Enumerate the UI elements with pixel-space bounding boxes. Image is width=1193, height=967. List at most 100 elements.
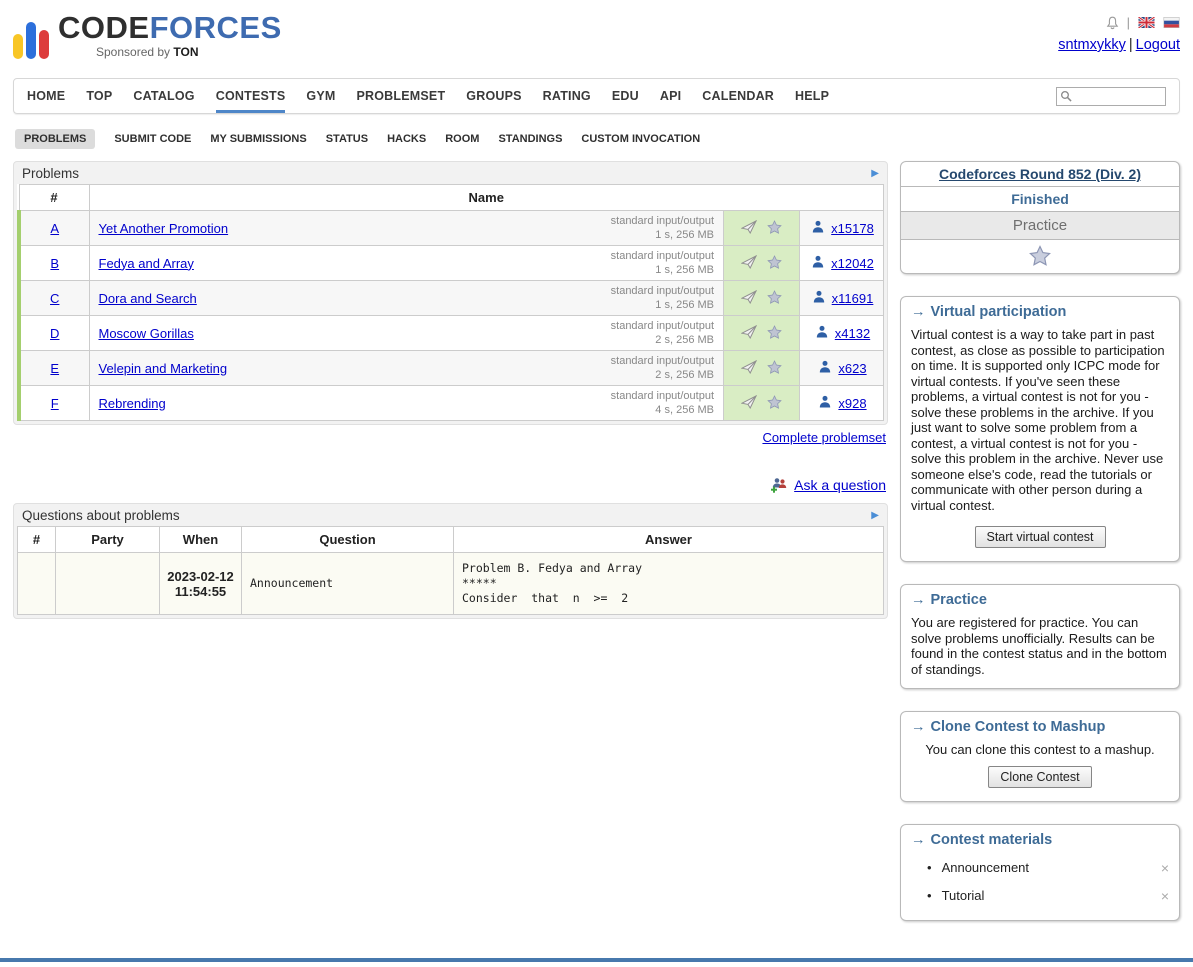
question-num-cell (18, 553, 56, 615)
column-header-num: # (19, 185, 89, 211)
nav-item-contests[interactable]: CONTESTS (216, 79, 286, 113)
codeforces-logo[interactable]: CODEFORCES Sponsored by TON (13, 12, 282, 59)
material-tutorial-link[interactable]: Tutorial (942, 888, 985, 903)
subnav-item-problems[interactable]: PROBLEMS (15, 129, 95, 149)
search-box (1056, 87, 1166, 106)
nav-item-api[interactable]: API (660, 79, 681, 113)
logout-link[interactable]: Logout (1136, 37, 1180, 53)
solved-count-link[interactable]: x4132 (813, 325, 870, 341)
solved-count-value: x15178 (831, 221, 874, 236)
hack-plane-icon[interactable] (741, 220, 757, 237)
table-row: E Velepin and Marketing standard input/o… (19, 351, 884, 386)
footer-bar (0, 958, 1193, 962)
problem-name-link[interactable]: Velepin and Marketing (99, 361, 228, 376)
header-separator: | (1127, 15, 1130, 30)
close-icon[interactable]: × (1161, 888, 1169, 904)
favorite-star-icon[interactable] (767, 290, 782, 307)
subnav-item-hacks[interactable]: HACKS (387, 129, 426, 149)
nav-item-edu[interactable]: EDU (612, 79, 639, 113)
hack-plane-icon[interactable] (741, 255, 757, 272)
contest-mode: Practice (901, 212, 1179, 240)
contest-title-link[interactable]: Codeforces Round 852 (Div. 2) (939, 166, 1141, 182)
favorite-star-icon[interactable] (767, 325, 782, 342)
solved-count-link[interactable]: x928 (816, 395, 866, 411)
solved-count-link[interactable]: x12042 (809, 255, 874, 271)
hack-plane-icon[interactable] (741, 360, 757, 377)
ask-question-link[interactable]: Ask a question (794, 477, 886, 493)
problems-table: # Name A Yet Another Promotion stan (17, 184, 884, 421)
nav-item-rating[interactable]: RATING (543, 79, 591, 113)
virtual-participation-caption: →Virtual participation (901, 297, 1179, 324)
problem-name-cell: Dora and Search standard input/output 1 … (89, 281, 724, 316)
favorite-star-icon[interactable] (767, 220, 782, 237)
search-input[interactable] (1075, 88, 1163, 104)
material-announcement-link[interactable]: Announcement (942, 860, 1029, 875)
problem-name-link[interactable]: Rebrending (99, 396, 166, 411)
subnav-item-my-submissions[interactable]: MY SUBMISSIONS (210, 129, 306, 149)
questions-caption-label: Questions about problems (22, 508, 180, 523)
flag-en-icon[interactable] (1138, 17, 1155, 28)
problem-letter-link[interactable]: B (50, 256, 59, 271)
problem-io: standard input/output (611, 214, 714, 228)
subnav-item-submit-code[interactable]: SUBMIT CODE (114, 129, 191, 149)
hack-plane-icon[interactable] (741, 325, 757, 342)
bell-icon[interactable] (1106, 16, 1119, 30)
problem-name-link[interactable]: Dora and Search (99, 291, 197, 306)
sidebar: Codeforces Round 852 (Div. 2) Finished P… (900, 161, 1180, 943)
nav-item-catalog[interactable]: CATALOG (133, 79, 194, 113)
contest-status: Finished (901, 187, 1179, 212)
problem-letter-link[interactable]: D (50, 326, 59, 341)
ask-question-icon (770, 477, 788, 493)
question-text-cell: Announcement (242, 553, 454, 615)
nav-item-home[interactable]: HOME (27, 79, 65, 113)
problem-index-cell: F (19, 386, 89, 421)
subnav-item-status[interactable]: STATUS (326, 129, 368, 149)
clone-contest-button[interactable]: Clone Contest (988, 766, 1091, 788)
complete-problemset-link[interactable]: Complete problemset (762, 430, 886, 445)
solved-count-link[interactable]: x623 (816, 360, 866, 376)
collapse-arrow-icon[interactable]: ▶ (871, 168, 879, 179)
nav-item-gym[interactable]: GYM (306, 79, 335, 113)
favorite-star-icon[interactable] (1029, 245, 1051, 266)
problem-name-cell: Yet Another Promotion standard input/out… (89, 211, 724, 246)
problems-header-row: # Name (19, 185, 884, 211)
practice-text: You are registered for practice. You can… (901, 612, 1179, 688)
favorite-star-icon[interactable] (767, 255, 782, 272)
questions-header-row: # Party When Question Answer (18, 527, 884, 553)
person-icon (812, 220, 824, 236)
problem-name-link[interactable]: Yet Another Promotion (99, 221, 229, 236)
flag-ru-icon[interactable] (1163, 17, 1180, 28)
caption-arrow-icon: → (911, 832, 926, 848)
start-virtual-contest-button[interactable]: Start virtual contest (975, 526, 1106, 548)
clone-button-row: Clone Contest (901, 764, 1179, 801)
problem-letter-link[interactable]: F (51, 396, 59, 411)
subnav-item-custom-invocation[interactable]: CUSTOM INVOCATION (581, 129, 700, 149)
nav-item-calendar[interactable]: CALENDAR (702, 79, 774, 113)
problem-name-link[interactable]: Fedya and Array (99, 256, 194, 271)
favorite-star-icon[interactable] (767, 360, 782, 377)
problem-letter-link[interactable]: E (50, 361, 59, 376)
nav-item-problemset[interactable]: PROBLEMSET (356, 79, 445, 113)
person-icon (819, 360, 831, 376)
close-icon[interactable]: × (1161, 860, 1169, 876)
problem-name-cell: Velepin and Marketing standard input/out… (89, 351, 724, 386)
nav-item-top[interactable]: TOP (86, 79, 112, 113)
header-icons: | (1106, 15, 1180, 30)
solved-count-link[interactable]: x11691 (810, 290, 874, 306)
collapse-arrow-icon[interactable]: ▶ (871, 510, 879, 521)
favorite-star-icon[interactable] (767, 395, 782, 412)
subnav-item-standings[interactable]: STANDINGS (498, 129, 562, 149)
nav-item-help[interactable]: HELP (795, 79, 829, 113)
problem-name-link[interactable]: Moscow Gorillas (99, 326, 194, 341)
solved-count-link[interactable]: x15178 (809, 220, 874, 236)
hack-plane-icon[interactable] (741, 395, 757, 412)
problem-letter-link[interactable]: A (50, 221, 59, 236)
hack-plane-icon[interactable] (741, 290, 757, 307)
username-link[interactable]: sntmxykky (1058, 37, 1126, 53)
virtual-participation-title: Virtual participation (931, 304, 1067, 320)
caption-arrow-icon: → (911, 719, 926, 735)
nav-item-groups[interactable]: GROUPS (466, 79, 521, 113)
logo-sponsor-line: Sponsored by TON (96, 46, 282, 58)
subnav-item-room[interactable]: ROOM (445, 129, 479, 149)
problem-letter-link[interactable]: C (50, 291, 59, 306)
